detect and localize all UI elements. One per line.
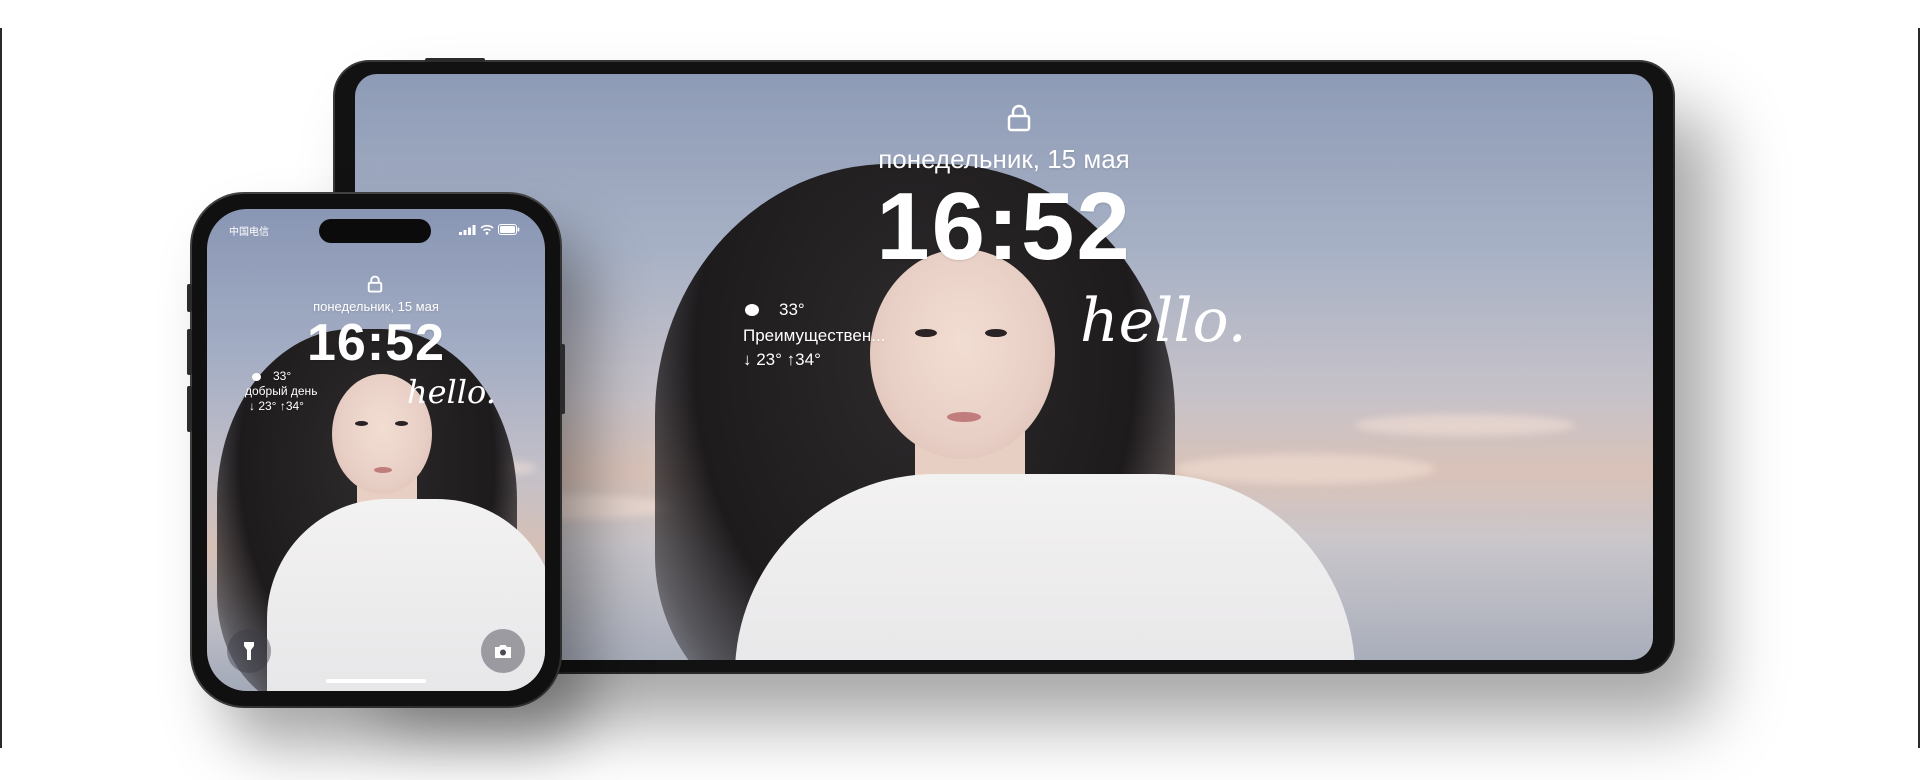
phone-lock-screen: 中国电信 понедельник, 15 мая 16:52 33° добры… (207, 209, 545, 691)
battery-icon (498, 224, 520, 235)
weather-icon (252, 373, 261, 381)
signal-icon (459, 225, 476, 235)
weather-condition: добрый день (245, 384, 318, 398)
wallpaper-lips (947, 412, 981, 422)
phone-power-button[interactable] (560, 344, 565, 414)
wallpaper-eye (915, 329, 937, 337)
phone-device: 中国电信 понедельник, 15 мая 16:52 33° добры… (187, 194, 565, 706)
weather-condition: Преимуществен... (743, 326, 886, 345)
hello-widget: hello. (1080, 286, 1247, 356)
camera-icon (495, 645, 511, 658)
phone-action-button[interactable] (187, 284, 192, 312)
lock-screen-time: 16:52 (307, 314, 445, 372)
wifi-icon (480, 224, 494, 235)
camera-button[interactable] (481, 629, 525, 673)
weather-temperature: 33° (779, 300, 805, 319)
lock-icon (367, 275, 383, 293)
carrier-label: 中国电信 (229, 227, 269, 238)
home-indicator[interactable] (326, 679, 426, 683)
wallpaper-eye (395, 421, 408, 426)
cloud (1355, 414, 1575, 436)
lock-screen-date: понедельник, 15 мая (313, 299, 439, 314)
weather-temperature: 33° (273, 369, 292, 383)
left-border-line (0, 28, 2, 748)
tablet-top-button[interactable] (425, 58, 485, 62)
weather-icon (745, 304, 759, 316)
scene: понедельник, 15 мая 16:52 33° Преимущест… (0, 0, 1920, 780)
lock-icon (1007, 104, 1031, 132)
wallpaper-eye (355, 421, 368, 426)
weather-range: ↓ 23° ↑34° (249, 399, 304, 413)
flashlight-button[interactable] (227, 629, 271, 673)
lock-screen-date: понедельник, 15 мая (878, 144, 1130, 174)
dynamic-island (319, 219, 431, 243)
wallpaper-eye (985, 329, 1007, 337)
weather-range: ↓ 23° ↑34° (743, 350, 821, 369)
hello-widget: hello. (407, 373, 496, 411)
flashlight-icon (244, 642, 254, 660)
phone-volume-down-button[interactable] (187, 386, 192, 432)
wallpaper-lips (374, 467, 392, 473)
phone-volume-up-button[interactable] (187, 329, 192, 375)
cloud (1175, 454, 1435, 484)
